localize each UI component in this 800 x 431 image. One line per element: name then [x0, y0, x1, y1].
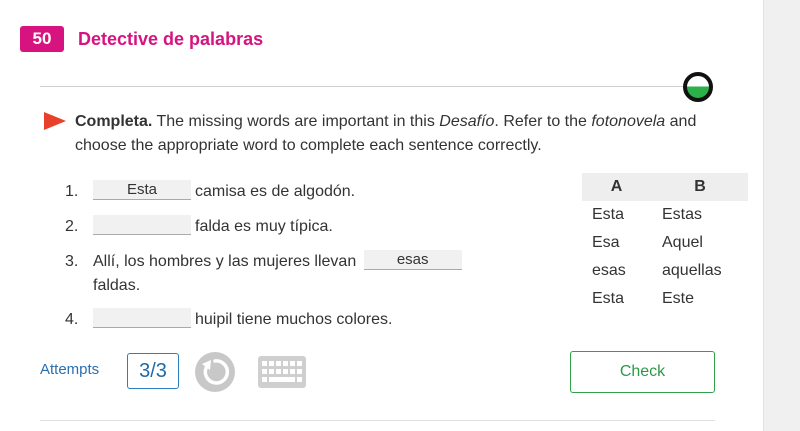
table-cell: Este	[662, 290, 695, 307]
progress-circle-icon	[683, 72, 713, 102]
activity-title: Detective de palabras	[78, 28, 264, 49]
answer-blank-4[interactable]	[93, 307, 191, 328]
table-cell: Esa	[592, 234, 620, 251]
item-number: 2.	[65, 218, 79, 235]
item-text-after: faldas.	[93, 277, 141, 294]
instructions-text-1: The missing words are important in this	[152, 113, 440, 130]
column-header-a: A	[582, 173, 652, 201]
table-row: Esa Aquel	[582, 229, 748, 257]
reset-icon[interactable]	[194, 351, 236, 393]
item-text: huipil tiene muchos colores.	[195, 311, 393, 328]
instructions-text-2: . Refer to the	[494, 113, 592, 130]
arrow-icon	[44, 112, 66, 130]
item-number: 4.	[65, 311, 79, 328]
keyboard-icon[interactable]	[258, 356, 306, 388]
list-item: 3. Allí, los hombres y las mujeres lleva…	[60, 249, 533, 298]
instructions-em-2: fotonovela	[591, 113, 666, 130]
table-cell: Esta	[592, 206, 625, 223]
activity-number-badge: 50	[20, 26, 64, 52]
table-cell: Estas	[662, 206, 703, 223]
answer-blank-1[interactable]: Esta	[93, 179, 191, 200]
table-row: Esta Estas	[582, 201, 748, 229]
activity-header: 50 Detective de palabras	[20, 26, 263, 52]
answer-blank-3[interactable]: esas	[363, 249, 462, 270]
instructions-em-1: Desafío	[439, 113, 495, 130]
instructions: Completa. The missing words are importan…	[75, 110, 735, 158]
table-cell: esas	[592, 262, 626, 279]
divider-bottom	[40, 420, 715, 421]
check-button[interactable]: Check	[570, 351, 715, 393]
table-cell: aquellas	[662, 262, 722, 279]
table-row: esas aquellas	[582, 257, 748, 285]
attempts-counter: 3/3	[127, 353, 179, 389]
column-header-b: B	[652, 173, 748, 201]
list-item: 1. Esta camisa es de algodón.	[60, 179, 356, 204]
item-number: 3.	[65, 253, 79, 270]
attempts-label: Attempts	[40, 361, 100, 378]
instructions-lead: Completa.	[75, 113, 153, 130]
table-cell: Esta	[592, 290, 625, 307]
divider-top	[40, 86, 710, 87]
scrollbar[interactable]	[763, 0, 800, 431]
item-text: camisa es de algodón.	[195, 183, 356, 200]
item-text-before: Allí, los hombres y las mujeres llevan	[93, 253, 357, 270]
table-row: Esta Este	[582, 285, 748, 313]
table-cell: Aquel	[662, 234, 703, 251]
list-item: 2. falda es muy típica.	[60, 214, 333, 239]
item-text: falda es muy típica.	[195, 218, 333, 235]
word-bank-table: A B Esta Estas Esa Aquel esas aquellas E…	[582, 173, 748, 313]
item-number: 1.	[65, 183, 79, 200]
answer-blank-2[interactable]	[93, 214, 191, 235]
list-item: 4. huipil tiene muchos colores.	[60, 307, 393, 332]
